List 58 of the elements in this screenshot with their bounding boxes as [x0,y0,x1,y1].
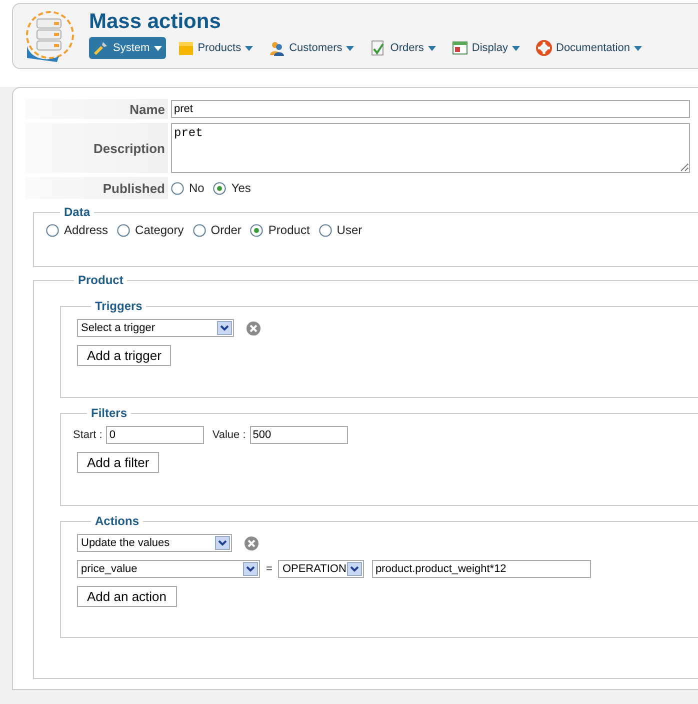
radio-option[interactable]: Order [192,223,242,237]
field-label: Description [25,123,168,173]
caret-icon [634,46,642,50]
remove-icon[interactable] [246,320,261,336]
radio-option[interactable]: Yes [213,181,251,195]
add-filter-button[interactable]: Add a filter [77,452,160,473]
operation-select[interactable]: OPERATION [278,560,364,578]
menu-item[interactable]: Display [448,37,524,59]
menu-item[interactable]: Orders [366,37,440,59]
section-legend: Triggers [91,299,146,313]
name-field[interactable]: pret [171,100,690,118]
radio-option[interactable]: Address [46,223,108,237]
caret-icon [154,46,162,50]
radio-button[interactable] [318,224,332,236]
radio-button[interactable] [250,224,264,236]
section-legend: Actions [91,514,144,528]
window-icon [452,40,468,56]
page-title: Mass actions [89,10,222,34]
column-select[interactable]: price_value [77,560,260,578]
radio-option[interactable]: No [171,181,204,195]
section-legend: Data [60,205,94,219]
logo-icon [23,10,75,64]
field-label: Value : [212,429,246,441]
caret-icon [346,46,354,50]
add-trigger-button[interactable]: Add a trigger [77,345,172,366]
radio-option[interactable]: User [318,223,362,237]
trigger-select[interactable]: Select a trigger [77,319,234,337]
radio-button[interactable] [46,224,59,236]
field-label: Published [25,177,168,199]
radio-option[interactable]: Product [250,223,310,237]
section-legend: Filters [87,406,132,420]
caret-icon [245,46,254,50]
menu-item[interactable]: Documentation [532,37,646,59]
filter-field[interactable]: 500 [250,426,348,444]
filter-field[interactable]: 0 [106,426,204,444]
radio-button[interactable] [192,224,206,236]
folder-icon [178,40,194,56]
field-label: Start : [73,429,102,441]
radio-button[interactable] [117,224,130,236]
formula-field[interactable]: product.product_weight*12 [372,560,592,578]
lifebuoy-icon [536,40,552,56]
radio-button[interactable] [213,182,226,194]
action-select[interactable]: Update the values [77,534,232,552]
remove-icon[interactable] [244,536,259,550]
radio-option[interactable]: Category [117,223,184,237]
add-action-button[interactable]: Add an action [77,586,177,607]
menu-item[interactable]: System [89,37,166,59]
menu-item[interactable]: Customers [265,37,358,59]
document-icon [370,40,386,56]
equals-sign: = [266,563,272,575]
menu-item[interactable]: Products [174,37,258,59]
field-label: Name [25,99,168,119]
description-field[interactable]: pret [171,123,690,173]
caret-icon [428,46,436,50]
caret-icon [512,46,520,50]
section-legend: Product [74,273,128,287]
people-icon [269,40,286,56]
radio-button[interactable] [171,182,184,194]
